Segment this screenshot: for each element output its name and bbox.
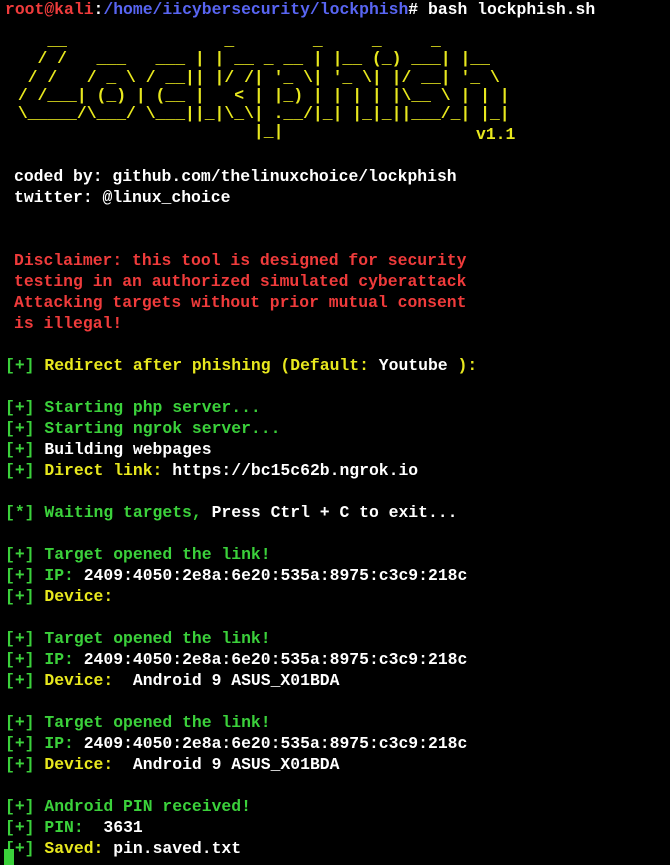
target-opened-line: [+] Target opened the link! [5, 712, 271, 733]
pin-line: [+] PIN: 3631 [5, 817, 143, 838]
status-prefix: [+] [5, 566, 35, 585]
ip-line: [+] IP: 2409:4050:2e8a:6e20:535a:8975:c3… [5, 649, 467, 670]
status-prefix: [+] [5, 713, 35, 732]
device-value: Android 9 ASUS_X01BDA [113, 671, 340, 690]
pin-value: 3631 [83, 818, 143, 837]
terminal-cursor [4, 849, 14, 865]
building-webpages-text: Building webpages [44, 440, 212, 459]
direct-link-label: Direct link: [44, 461, 173, 480]
ip-label: IP: [44, 734, 84, 753]
target-opened-line: [+] Target opened the link! [5, 628, 271, 649]
twitter-line: twitter: @linux_choice [14, 187, 230, 208]
status-prefix: [+] [5, 818, 35, 837]
status-prefix: [*] [5, 503, 35, 522]
ip-value: 2409:4050:2e8a:6e20:535a:8975:c3c9:218c [83, 734, 468, 753]
disclaimer-line-4: is illegal! [14, 314, 123, 333]
version-label: v1.1 [476, 125, 516, 144]
saved-filename: pin.saved.txt [103, 839, 242, 858]
device-line: [+] Device: Android 9 ASUS_X01BDA [5, 754, 339, 775]
pin-label: PIN: [44, 818, 84, 837]
device-line: [+] Device: Android 9 ASUS_X01BDA [5, 670, 339, 691]
terminal-window[interactable]: root@kali:/home/iicybersecurity/lockphis… [0, 0, 670, 865]
saved-label: Saved: [44, 839, 104, 858]
redirect-prompt: [+] Redirect after phishing (Default: Yo… [5, 355, 477, 376]
coded-by-value: github.com/thelinuxchoice/lockphish [112, 167, 457, 186]
ngrok-server-text: Starting ngrok server... [44, 419, 281, 438]
status-prefix: [+] [5, 587, 35, 606]
status-prefix: [+] [5, 440, 35, 459]
ip-label: IP: [44, 650, 84, 669]
target-opened-text: Target opened the link! [44, 545, 271, 564]
prompt-separator: : [93, 0, 104, 19]
building-webpages-line: [+] Building webpages [5, 439, 212, 460]
ip-value: 2409:4050:2e8a:6e20:535a:8975:c3c9:218c [83, 566, 468, 585]
coded-by-label: coded by: [14, 167, 113, 186]
disclaimer-line-1: Disclaimer: this tool is designed for se… [14, 251, 467, 270]
waiting-line: [*] Waiting targets, Press Ctrl + C to e… [5, 502, 457, 523]
target-opened-text: Target opened the link! [44, 629, 271, 648]
prompt-symbol: # [408, 0, 419, 19]
status-prefix: [+] [5, 545, 35, 564]
pin-received-text: Android PIN received! [44, 797, 251, 816]
device-line: [+] Device: [5, 586, 113, 607]
prompt-user-host: root@kali [5, 0, 94, 19]
twitter-value: @linux_choice [102, 188, 231, 207]
saved-line: [+] Saved: pin.saved.txt [5, 838, 241, 859]
redirect-default-value: Youtube [378, 356, 448, 375]
redirect-suffix: ): [447, 356, 478, 375]
disclaimer-line-3: Attacking targets without prior mutual c… [14, 293, 467, 312]
exit-hint: Press Ctrl + C to exit... [201, 503, 458, 522]
status-prefix: [+] [5, 671, 35, 690]
prompt-path: /home/iicybersecurity/lockphish [103, 0, 409, 19]
twitter-label: twitter: [14, 188, 103, 207]
pin-received-line: [+] Android PIN received! [5, 796, 251, 817]
direct-link-url[interactable]: https://bc15c62b.ngrok.io [172, 461, 418, 480]
status-prefix: [+] [5, 461, 35, 480]
status-prefix: [+] [5, 755, 35, 774]
coded-by-line: coded by: github.com/thelinuxchoice/lock… [14, 166, 457, 187]
php-server-line: [+] Starting php server... [5, 397, 261, 418]
ip-line: [+] IP: 2409:4050:2e8a:6e20:535a:8975:c3… [5, 565, 467, 586]
device-value: Android 9 ASUS_X01BDA [113, 755, 340, 774]
ngrok-server-line: [+] Starting ngrok server... [5, 418, 280, 439]
direct-link-line: [+] Direct link: https://bc15c62b.ngrok.… [5, 460, 418, 481]
status-prefix: [+] [5, 650, 35, 669]
ip-label: IP: [44, 566, 84, 585]
device-label: Device: [44, 671, 114, 690]
target-opened-line: [+] Target opened the link! [5, 544, 271, 565]
shell-prompt: root@kali:/home/iicybersecurity/lockphis… [5, 0, 595, 20]
redirect-text: Redirect after phishing (Default: [34, 356, 379, 375]
status-prefix: [+] [5, 734, 35, 753]
ip-line: [+] IP: 2409:4050:2e8a:6e20:535a:8975:c3… [5, 733, 467, 754]
device-label: Device: [44, 755, 114, 774]
status-prefix: [+] [5, 356, 35, 375]
status-prefix: [+] [5, 419, 35, 438]
status-prefix: [+] [5, 398, 35, 417]
status-prefix: [+] [5, 629, 35, 648]
waiting-text: Waiting targets, [34, 503, 202, 522]
device-label: Device: [44, 587, 114, 606]
ip-value: 2409:4050:2e8a:6e20:535a:8975:c3c9:218c [83, 650, 468, 669]
status-prefix: [+] [5, 797, 35, 816]
php-server-text: Starting php server... [44, 398, 261, 417]
target-opened-text: Target opened the link! [44, 713, 271, 732]
prompt-command: bash lockphish.sh [418, 0, 596, 19]
lockphish-ascii-logo: __ _ _ _ _ / / ___ ___ | | __ _ __ | |__… [17, 31, 510, 142]
disclaimer-line-2: testing in an authorized simulated cyber… [14, 272, 467, 291]
